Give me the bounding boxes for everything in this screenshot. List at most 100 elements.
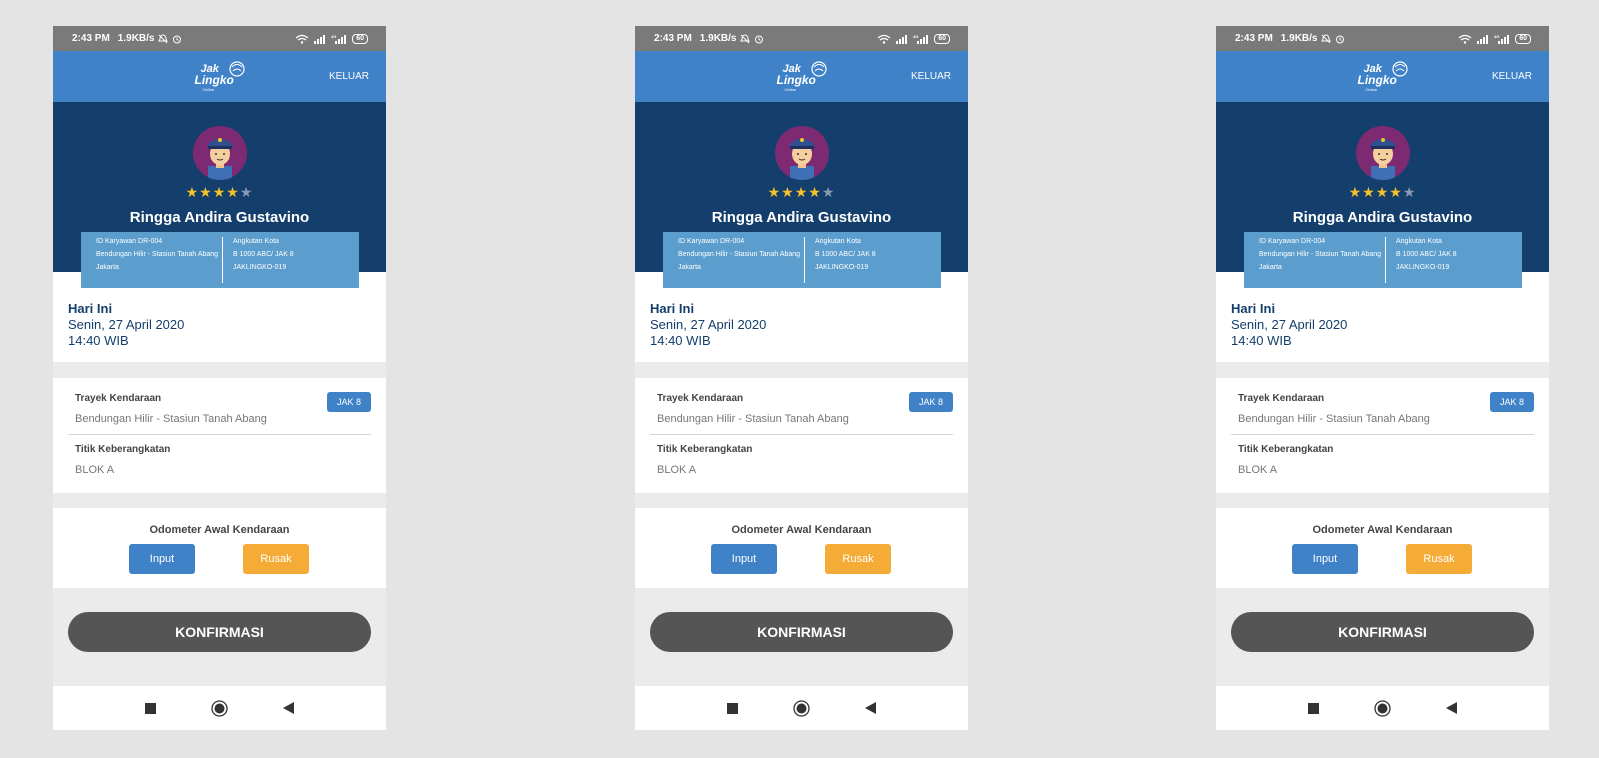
odometer-card: Odometer Awal Kendaraan Input Rusak [53, 508, 386, 588]
driver-info-card: ID Karyawan DR-004 Bendungan Hilir - Sta… [663, 232, 941, 288]
odometer-broken-button[interactable]: Rusak [825, 544, 891, 574]
star-icon: ★ [226, 184, 240, 200]
status-time: 2:43 PM [654, 33, 692, 44]
confirm-button[interactable]: KONFIRMASI [68, 612, 371, 652]
vehicle-type: Angkutan Kota [815, 238, 861, 245]
driver-name: Ringga Andira Gustavino [711, 209, 892, 226]
star-icon: ★ [185, 184, 200, 200]
confirm-button[interactable]: KONFIRMASI [650, 612, 953, 652]
today-time: 14:40 WIB [1231, 333, 1292, 348]
star-icon: ★ [808, 184, 822, 200]
departure-label: Titik Keberangkatan [75, 444, 171, 455]
confirm-button[interactable]: KONFIRMASI [1231, 612, 1534, 652]
alarm-icon [754, 34, 764, 44]
status-time: 2:43 PM [72, 33, 110, 44]
home-circle-icon[interactable] [211, 699, 228, 717]
star-icon: ★ [1389, 184, 1403, 200]
square-icon[interactable] [727, 702, 738, 714]
vehicle-plate: B 1000 ABC/ JAK 8 [815, 251, 876, 258]
logout-button[interactable]: KELUAR [911, 71, 951, 82]
app-header: Jak Lingko Online KELUAR [53, 51, 386, 102]
route-card: Trayek Kendaraan Bendungan Hilir - Stasi… [53, 378, 386, 493]
home-circle-icon[interactable] [793, 699, 810, 717]
today-time: 14:40 WIB [68, 333, 129, 348]
today-section: Hari Ini Senin, 27 April 2020 14:40 WIB [1216, 276, 1549, 362]
odometer-card: Odometer Awal Kendaraan Input Rusak [1216, 508, 1549, 588]
odometer-broken-button[interactable]: Rusak [1406, 544, 1472, 574]
signal-icon [1477, 34, 1489, 44]
phone-screen: 2:43 PM 1.9KB/s 4G 60 Jak Lingko Online … [1216, 26, 1549, 730]
star-icon: ★ [1362, 184, 1376, 200]
alarm-icon [172, 34, 182, 44]
odometer-broken-button[interactable]: Rusak [243, 544, 309, 574]
today-date: Senin, 27 April 2020 [650, 317, 767, 332]
home-circle-icon[interactable] [1374, 699, 1391, 717]
today-title: Hari Ini [650, 301, 695, 316]
driver-city: Jakarta [678, 264, 701, 271]
route-badge[interactable]: JAK 8 [1490, 392, 1534, 412]
route-badge[interactable]: JAK 8 [909, 392, 953, 412]
trayek-label: Trayek Kendaraan [75, 393, 162, 404]
status-time: 2:43 PM [1235, 33, 1273, 44]
star-icon: ★ [781, 184, 795, 200]
wifi-icon [295, 34, 309, 44]
odometer-title: Odometer Awal Kendaraan [149, 524, 290, 536]
vehicle-code: JAKLINGKO-019 [815, 264, 869, 271]
driver-city: Jakarta [96, 264, 119, 271]
odometer-input-button[interactable]: Input [711, 544, 777, 574]
odometer-title: Odometer Awal Kendaraan [731, 524, 872, 536]
employee-id: ID Karyawan DR-004 [96, 238, 163, 245]
battery-icon: 60 [352, 33, 368, 44]
mute-icon [158, 33, 169, 44]
jaklingko-logo: Jak Lingko Online [1358, 61, 1408, 93]
status-bar: 2:43 PM 1.9KB/s 4G 60 [53, 26, 386, 51]
signal-4g-icon: 4G [331, 34, 347, 44]
driver-avatar [1355, 126, 1410, 180]
android-nav-bar [1216, 686, 1549, 730]
odometer-input-button[interactable]: Input [1292, 544, 1358, 574]
square-icon[interactable] [145, 702, 156, 714]
route-card: Trayek Kendaraan Bendungan Hilir - Stasi… [635, 378, 968, 493]
logout-button[interactable]: KELUAR [329, 71, 369, 82]
driver-city: Jakarta [1259, 264, 1282, 271]
departure-value: BLOK A [1238, 464, 1278, 476]
vehicle-type: Angkutan Kota [1396, 238, 1442, 245]
today-section: Hari Ini Senin, 27 April 2020 14:40 WIB [53, 276, 386, 362]
departure-label: Titik Keberangkatan [657, 444, 753, 455]
trayek-value: Bendungan Hilir - Stasiun Tanah Abang [657, 413, 849, 425]
route-badge[interactable]: JAK 8 [327, 392, 371, 412]
driver-info-card: ID Karyawan DR-004 Bendungan Hilir - Sta… [1244, 232, 1522, 288]
trayek-value: Bendungan Hilir - Stasiun Tanah Abang [75, 413, 267, 425]
vehicle-plate: B 1000 ABC/ JAK 8 [1396, 251, 1457, 258]
signal-4g-icon: 4G [1494, 34, 1510, 44]
driver-name: Ringga Andira Gustavino [129, 209, 310, 226]
network-speed: 1.9KB/s [1280, 33, 1318, 44]
phone-screen: 2:43 PM 1.9KB/s 4G 60 Jak Lingko Online … [53, 26, 386, 730]
driver-avatar [774, 126, 829, 180]
driver-route: Bendungan Hilir - Stasiun Tanah Abang [678, 251, 801, 258]
driver-profile: ★★★★★ Ringga Andira Gustavino ID Karyawa… [635, 102, 968, 288]
back-triangle-icon[interactable] [283, 702, 294, 714]
driver-route: Bendungan Hilir - Stasiun Tanah Abang [1259, 251, 1382, 258]
trayek-label: Trayek Kendaraan [657, 393, 744, 404]
svg-text:4G: 4G [331, 34, 336, 39]
odometer-card: Odometer Awal Kendaraan Input Rusak [635, 508, 968, 588]
today-date: Senin, 27 April 2020 [68, 317, 185, 332]
departure-value: BLOK A [75, 464, 115, 476]
divider [68, 434, 371, 435]
back-triangle-icon[interactable] [865, 702, 876, 714]
route-card: Trayek Kendaraan Bendungan Hilir - Stasi… [1216, 378, 1549, 493]
departure-label: Titik Keberangkatan [1238, 444, 1334, 455]
alarm-icon [1335, 34, 1345, 44]
logout-button[interactable]: KELUAR [1492, 71, 1532, 82]
driver-rating: ★★★★★ [53, 184, 386, 201]
phone-screen: 2:43 PM 1.9KB/s 4G 60 Jak Lingko Online … [635, 26, 968, 730]
employee-id: ID Karyawan DR-004 [678, 238, 745, 245]
network-speed: 1.9KB/s [699, 33, 737, 44]
odometer-input-button[interactable]: Input [129, 544, 195, 574]
divider [1231, 434, 1534, 435]
employee-id: ID Karyawan DR-004 [1259, 238, 1326, 245]
square-icon[interactable] [1308, 702, 1319, 714]
back-triangle-icon[interactable] [1446, 702, 1457, 714]
departure-value: BLOK A [657, 464, 697, 476]
